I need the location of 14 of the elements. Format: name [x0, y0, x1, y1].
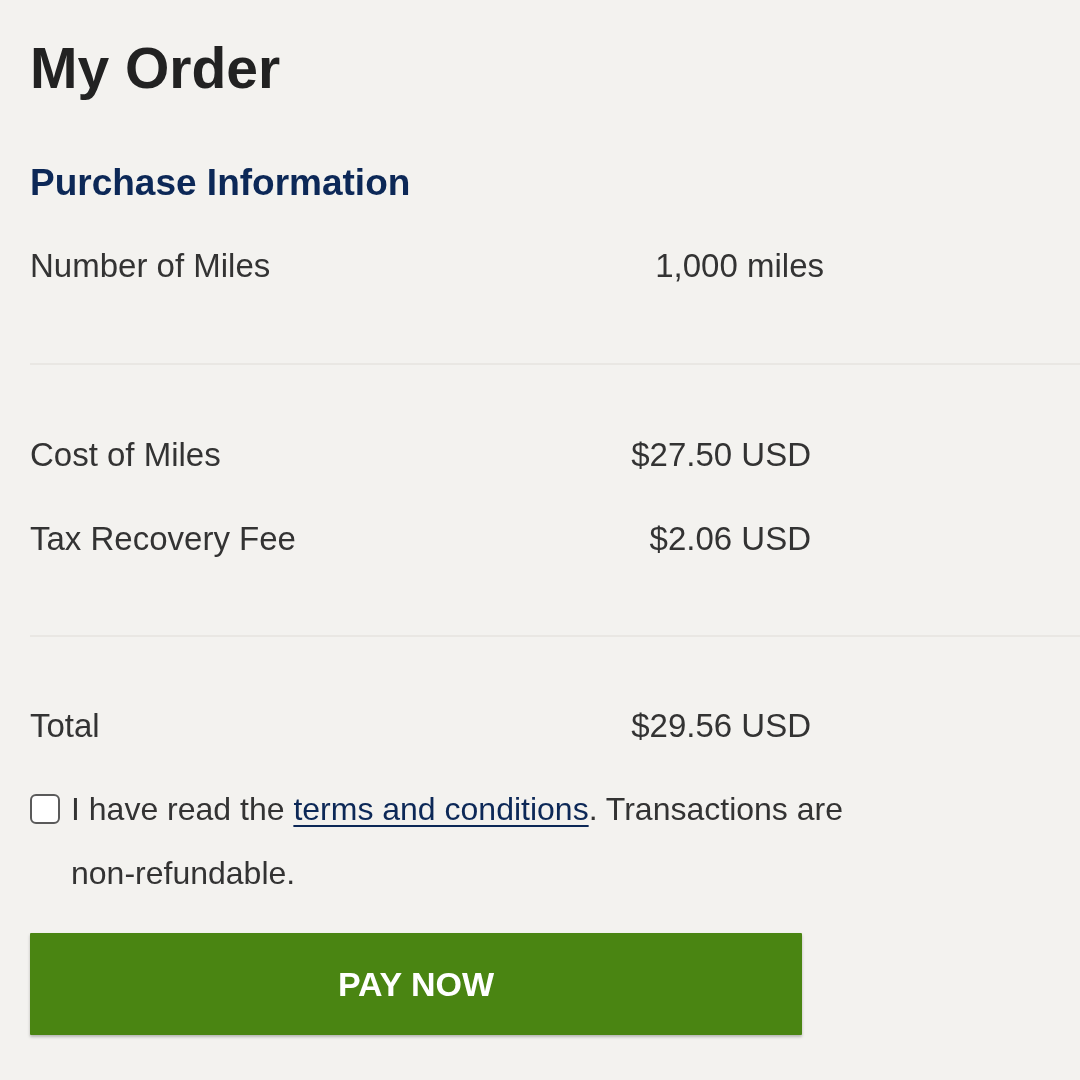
row-value: $27.50 USD	[631, 435, 811, 475]
total-value: $29.56 USD	[631, 706, 811, 746]
terms-link[interactable]: terms and conditions	[293, 791, 589, 827]
row-label: Tax Recovery Fee	[30, 519, 296, 559]
total-label: Total	[30, 706, 100, 746]
page-title: My Order	[30, 35, 281, 102]
row-value: $2.06 USD	[649, 519, 811, 559]
pay-now-button[interactable]: PAY NOW	[30, 933, 802, 1035]
row-value: 1,000 miles	[655, 246, 824, 286]
row-label: Cost of Miles	[30, 435, 221, 475]
agreement-text: I have read the terms and conditions. Transactions are non-refundable.	[71, 790, 844, 893]
row-label: Number of Miles	[30, 246, 271, 286]
agreement-checkbox[interactable]	[30, 794, 60, 824]
section-heading: Purchase Information	[30, 161, 411, 205]
